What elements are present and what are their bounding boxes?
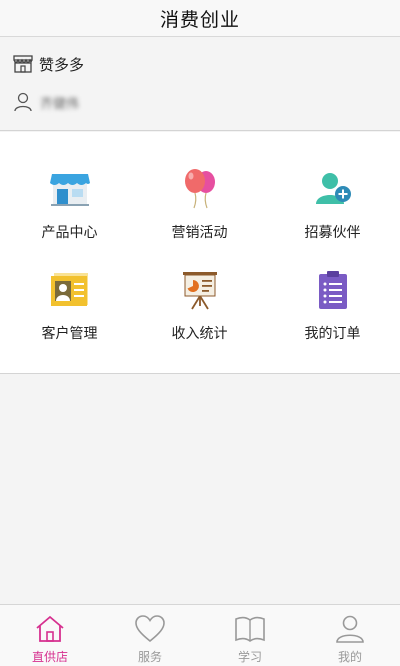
add-partner-icon	[315, 173, 351, 204]
bottom-tab-bar: 直供店 服务 学习 我的	[0, 604, 400, 666]
menu-item-label: 客户管理	[41, 326, 98, 342]
store-name-row: 赞多多	[12, 53, 84, 75]
person-icon	[14, 92, 32, 112]
menu-item-my-orders[interactable]: 我的订单	[266, 269, 399, 369]
store-name: 赞多多	[39, 55, 85, 74]
home-icon	[36, 615, 64, 642]
storefront-icon	[13, 55, 33, 73]
menu-item-label: 产品中心	[41, 225, 98, 241]
presentation-board-icon	[182, 272, 217, 310]
tab-learning[interactable]: 学习	[200, 605, 300, 666]
menu-item-customer-management[interactable]: 客户管理	[3, 269, 136, 369]
tab-label: 服务	[137, 650, 162, 664]
heart-icon	[135, 615, 165, 643]
tab-service[interactable]: 服务	[100, 605, 200, 666]
owner-name: 齐健伟	[40, 96, 80, 112]
navigation-bar: 消费创业	[0, 0, 400, 37]
tab-label: 学习	[237, 650, 262, 664]
menu-item-label: 营销活动	[171, 225, 228, 241]
menu-item-income-statistics[interactable]: 收入统计	[133, 269, 266, 369]
book-icon	[235, 616, 265, 642]
menu-item-recruit-partners[interactable]: 招募伙伴	[266, 168, 399, 268]
owner-row: 齐健伟	[12, 91, 79, 113]
tab-label: 直供店	[31, 650, 68, 664]
menu-item-marketing[interactable]: 营销活动	[133, 168, 266, 268]
page-title: 消费创业	[159, 8, 240, 31]
menu-item-label: 收入统计	[171, 326, 228, 342]
menu-item-label: 我的订单	[304, 326, 361, 342]
id-card-icon	[50, 273, 88, 306]
clipboard-icon	[318, 271, 347, 309]
balloons-icon	[184, 169, 215, 209]
menu-item-label: 招募伙伴	[304, 225, 361, 241]
tab-direct-store[interactable]: 直供店	[0, 605, 100, 666]
tab-label: 我的	[337, 650, 362, 664]
tab-mine[interactable]: 我的	[300, 605, 400, 666]
store-info-panel: 赞多多 齐健伟	[0, 37, 400, 131]
menu-item-product-center[interactable]: 产品中心	[3, 168, 136, 268]
store-icon	[49, 174, 90, 206]
function-grid: 产品中心 营销活动 招募伙伴 客户管理 收入统计 我的订单	[0, 132, 400, 374]
user-icon	[336, 615, 364, 643]
